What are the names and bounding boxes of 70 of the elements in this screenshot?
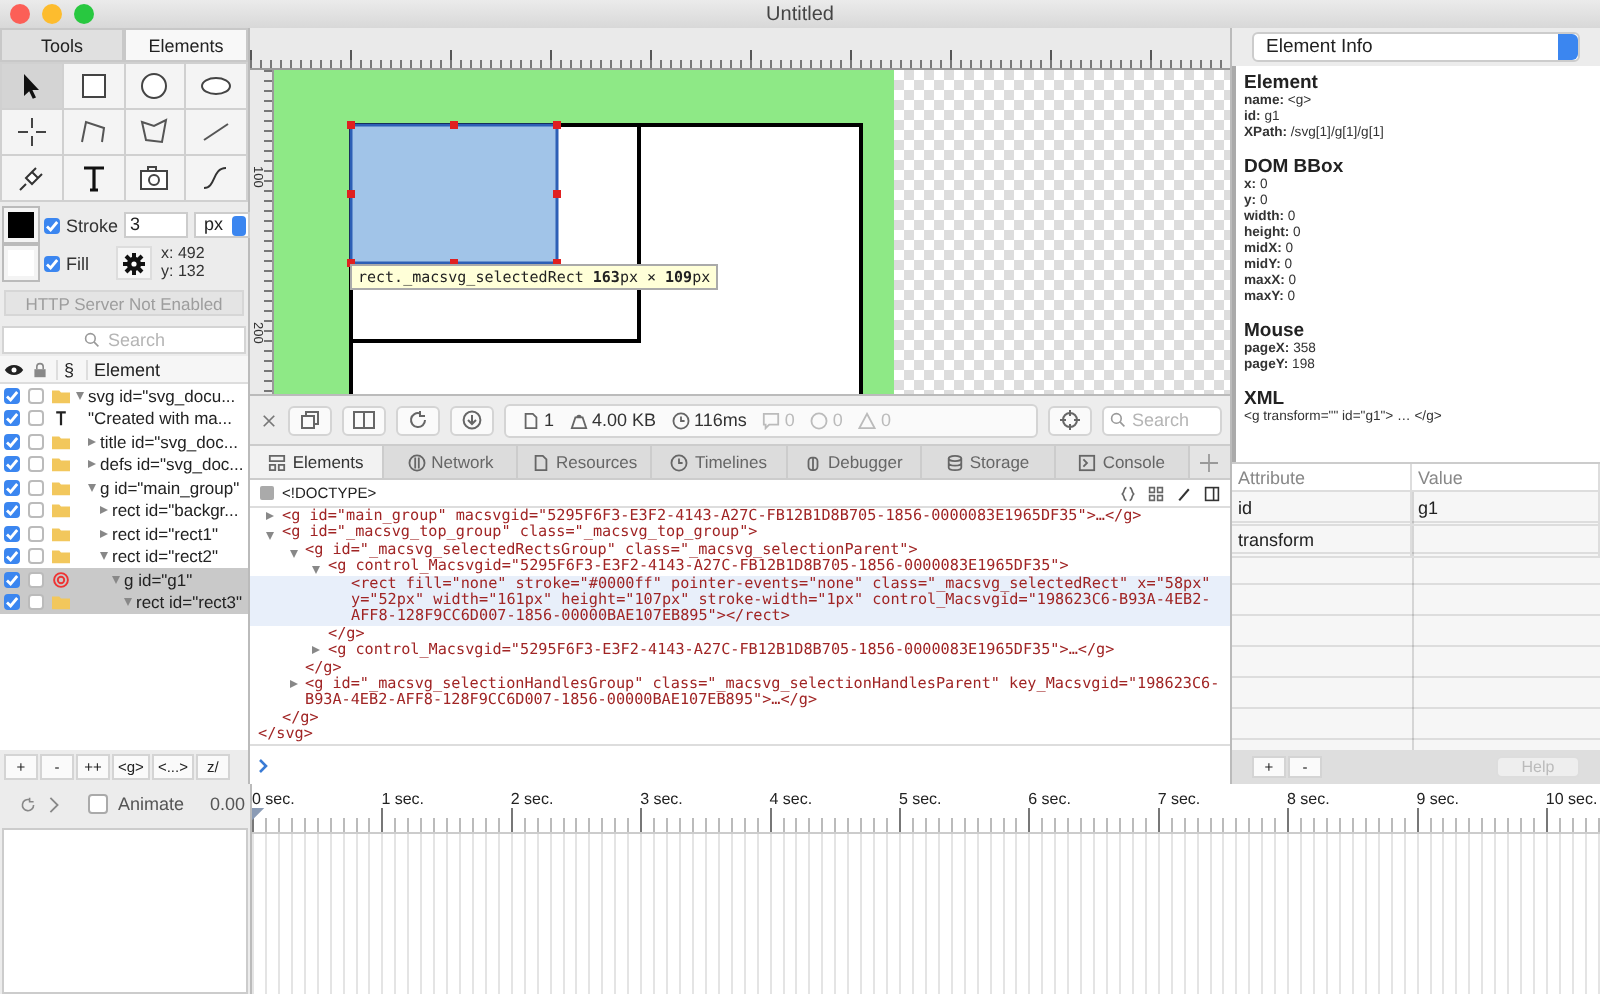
dropdown-value: Element Info bbox=[1266, 36, 1373, 58]
tree-row[interactable]: "Created with ma... bbox=[0, 407, 248, 430]
time-label: 2 sec. bbox=[510, 790, 556, 808]
element-label: g id="main_group" bbox=[100, 477, 240, 498]
search-field[interactable]: Search bbox=[2, 326, 246, 354]
element-label: g id="g1" bbox=[124, 569, 193, 590]
section-title: DOM BBox bbox=[1244, 156, 1346, 178]
tree-row[interactable]: rect id="rect1" bbox=[0, 522, 248, 545]
time-label: 3 sec. bbox=[640, 790, 685, 808]
column-header: Element bbox=[86, 359, 167, 379]
column-header: Attribute bbox=[1232, 464, 1412, 490]
element-label: "Created with ma... bbox=[88, 408, 232, 429]
time-label: 10 sec. bbox=[1545, 790, 1600, 808]
devtools-tab[interactable]: Console bbox=[1055, 446, 1190, 478]
stat-count: 0 bbox=[832, 410, 843, 430]
stat-count: 0 bbox=[784, 410, 795, 430]
tree-row[interactable]: rect id="rect3" bbox=[0, 591, 248, 614]
tree-row[interactable]: g id="main_group" bbox=[0, 476, 248, 499]
tree-row[interactable]: rect id="rect2" bbox=[0, 545, 248, 568]
time-label: 1 sec. bbox=[381, 790, 427, 808]
attribute-value[interactable]: g1 bbox=[1418, 497, 1439, 518]
panel-tab[interactable]: Tools bbox=[0, 28, 124, 62]
time-label: 7 sec. bbox=[1157, 790, 1203, 808]
devtools-tab[interactable]: Timelines bbox=[652, 446, 788, 478]
coordinate-readout: x: 492 bbox=[161, 246, 205, 263]
window-title: Untitled bbox=[766, 3, 834, 25]
tree-row[interactable]: title id="svg_doc... bbox=[0, 430, 248, 453]
element-label: title id="svg_doc... bbox=[100, 431, 238, 452]
devtools-tab[interactable]: Resources bbox=[518, 446, 653, 478]
stroke-width-field[interactable]: 3 bbox=[124, 212, 189, 238]
panel-tab[interactable]: Elements bbox=[124, 28, 248, 62]
element-label: rect id="rect3" bbox=[136, 592, 243, 613]
inspector-dropdown[interactable]: Element Info bbox=[1252, 32, 1580, 62]
devtools-tab[interactable]: Storage bbox=[921, 446, 1056, 478]
time-label: 6 sec. bbox=[1028, 790, 1073, 808]
stat-count: 4.00 KB bbox=[592, 410, 657, 430]
section-title: XML bbox=[1244, 388, 1287, 410]
element-label: defs id="svg_doc... bbox=[100, 454, 244, 475]
devtools-tab[interactable]: Elements bbox=[250, 446, 385, 478]
column-header: § bbox=[56, 359, 81, 379]
time-label: 9 sec. bbox=[1416, 790, 1462, 808]
animate-label: Animate bbox=[118, 794, 185, 814]
unit-dropdown[interactable]: px bbox=[194, 212, 250, 238]
time-label: 5 sec. bbox=[898, 790, 944, 808]
devtools-tab[interactable]: Network bbox=[384, 446, 519, 478]
section-title: Element bbox=[1244, 72, 1320, 94]
element-label: svg id="svg_docu... bbox=[88, 385, 236, 406]
tree-row[interactable]: svg id="svg_docu... bbox=[0, 384, 248, 407]
tree-row[interactable]: rect id="backgr... bbox=[0, 499, 248, 522]
stroke-label: Stroke bbox=[66, 215, 119, 235]
stat-count: 0 bbox=[880, 410, 891, 430]
time-readout: 0.00 bbox=[210, 794, 246, 814]
time-label: 4 sec. bbox=[769, 790, 815, 808]
stat-count: 116ms bbox=[694, 410, 747, 430]
element-label: rect id="rect2" bbox=[112, 546, 219, 567]
tree-row[interactable]: g id="g1" bbox=[0, 568, 248, 591]
column-header: Value bbox=[1412, 464, 1600, 490]
time-label: 0 sec. bbox=[252, 790, 297, 808]
element-label: rect id="backgr... bbox=[112, 500, 239, 521]
search-field[interactable]: Search bbox=[1102, 405, 1222, 435]
attribute-name[interactable]: transform bbox=[1232, 525, 1412, 556]
fill-label: Fill bbox=[66, 253, 89, 273]
time-label: 8 sec. bbox=[1287, 790, 1332, 808]
tree-row[interactable]: defs id="svg_doc... bbox=[0, 453, 248, 476]
section-title: Mouse bbox=[1244, 320, 1307, 342]
coordinate-readout: y: 132 bbox=[161, 263, 205, 280]
attribute-name[interactable]: id bbox=[1232, 492, 1412, 523]
devtools-tab[interactable]: Debugger bbox=[787, 446, 922, 478]
stat-count: 1 bbox=[544, 410, 555, 430]
element-label: rect id="rect1" bbox=[112, 523, 219, 544]
